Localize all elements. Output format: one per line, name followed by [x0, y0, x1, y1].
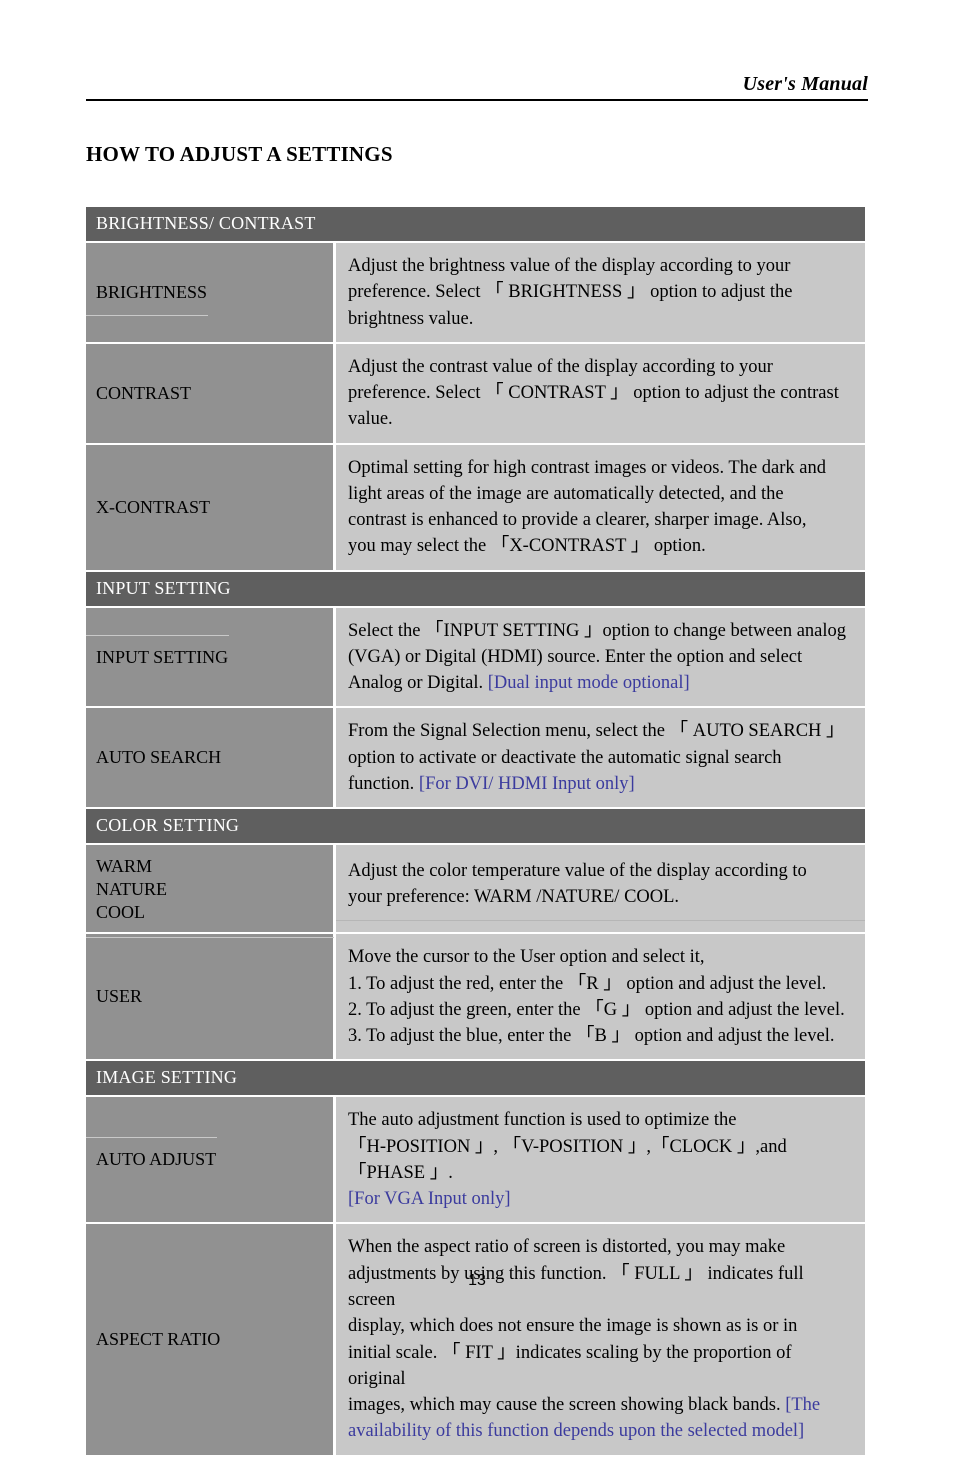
table-row: AUTO ADJUST The auto adjustment function… — [86, 1097, 865, 1225]
table-row: INPUT SETTING Select the 「INPUT SETTING … — [86, 607, 865, 709]
setting-name-label: NATURE — [96, 879, 167, 900]
desc-line: light areas of the image are automatical… — [348, 483, 784, 504]
desc-line: Adjust the brightness value of the displ… — [348, 256, 791, 276]
desc-note: [For DVI/ HDMI Input only] — [418, 773, 635, 794]
setting-name-label: WARM — [96, 856, 153, 877]
section-band-image-setting: IMAGE SETTING — [86, 1061, 865, 1098]
setting-name-label: COOL — [86, 901, 334, 939]
desc-note: [For VGA Input only] — [348, 1189, 511, 1210]
desc-line: 1. To adjust the red, enter the 「R 」 opt… — [348, 973, 827, 994]
table-row: ASPECT RATIO When the aspect ratio of sc… — [86, 1224, 865, 1457]
desc-line: preference. Select 「 CONTRAST 」 option t… — [348, 383, 839, 404]
page-number: 13 — [468, 1272, 486, 1289]
setting-description-input-setting: Select the 「INPUT SETTING 」option to cha… — [336, 607, 865, 709]
desc-line: brightness value. — [348, 308, 474, 329]
setting-description-contrast: Adjust the contrast value of the display… — [336, 343, 865, 445]
section-band-color-setting: COLOR SETTING — [86, 809, 865, 846]
section-band-label: COLOR SETTING — [86, 809, 865, 846]
table-row: WARM NATURE COOL Adjust the color temper… — [86, 845, 865, 939]
desc-line: 2. To adjust the green, enter the 「G 」 o… — [348, 999, 845, 1020]
setting-name-label: ASPECT RATIO — [96, 1329, 221, 1350]
desc-line: Analog or Digital. [Dual input mode opti… — [348, 670, 853, 696]
setting-name-auto-adjust: AUTO ADJUST — [86, 1097, 336, 1225]
desc-line: The auto adjustment function is used to … — [348, 1110, 737, 1131]
setting-name-label: X-CONTRAST — [96, 496, 211, 517]
setting-description-auto-adjust: The auto adjustment function is used to … — [336, 1097, 865, 1225]
setting-name-x-contrast: X-CONTRAST — [86, 444, 336, 572]
desc-line: your preference: WARM /NATURE/ COOL. — [348, 887, 680, 908]
setting-name-auto-search: AUTO SEARCH — [86, 708, 336, 810]
setting-description-color-presets: Adjust the color temperature value of th… — [336, 845, 865, 935]
section-band-label: INPUT SETTING — [86, 571, 865, 608]
setting-name-label: USER — [96, 986, 143, 1007]
setting-description-brightness: Adjust the brightness value of the displ… — [336, 243, 865, 344]
setting-name-input-setting: INPUT SETTING — [86, 607, 336, 709]
section-band-brightness-contrast: BRIGHTNESS/ CONTRAST — [86, 207, 865, 243]
desc-note: [The — [785, 1395, 821, 1416]
desc-line-text: function. — [348, 773, 415, 794]
desc-line: contrast is enhanced to provide a cleare… — [348, 510, 807, 531]
cell-sub-divider — [336, 919, 865, 930]
desc-line-text: images, which may cause the screen showi… — [348, 1395, 781, 1416]
desc-line: From the Signal Selection menu, select t… — [348, 721, 845, 742]
document-page: User's Manual HOW TO ADJUST A SETTINGS B… — [0, 0, 954, 1457]
desc-line: Select the 「INPUT SETTING 」option to cha… — [348, 620, 847, 641]
setting-name-brightness: BRIGHTNESS — [86, 243, 336, 344]
desc-line: initial scale. 「 FIT 」indicates scaling … — [348, 1342, 792, 1389]
setting-name-label: CONTRAST — [96, 382, 192, 403]
settings-table: BRIGHTNESS/ CONTRAST BRIGHTNESS Adjust t… — [86, 207, 865, 1457]
setting-name-user: USER — [86, 934, 336, 1062]
desc-line: value. — [348, 409, 393, 430]
desc-line: function. [For DVI/ HDMI Input only] — [348, 771, 853, 797]
desc-line: 「H-POSITION 」, 「V-POSITION 」,「CLOCK 」,an… — [348, 1136, 787, 1183]
setting-description-x-contrast: Optimal setting for high contrast images… — [336, 444, 865, 572]
table-row: AUTO SEARCH From the Signal Selection me… — [86, 708, 865, 810]
desc-line: (VGA) or Digital (HDMI) source. Enter th… — [348, 646, 803, 667]
running-header-title: User's Manual — [742, 73, 868, 95]
setting-description-auto-search: From the Signal Selection menu, select t… — [336, 708, 865, 810]
desc-line-text: Analog or Digital. — [348, 673, 484, 694]
table-row: CONTRAST Adjust the contrast value of th… — [86, 343, 865, 445]
setting-description-aspect-ratio: When the aspect ratio of screen is disto… — [336, 1224, 865, 1457]
desc-line: images, which may cause the screen showi… — [348, 1392, 853, 1418]
desc-line: When the aspect ratio of screen is disto… — [348, 1237, 786, 1258]
desc-note: availability of this function depends up… — [348, 1421, 805, 1442]
setting-description-user: Move the cursor to the User option and s… — [336, 934, 865, 1062]
section-band-label: BRIGHTNESS/ CONTRAST — [86, 207, 865, 243]
desc-line: 3. To adjust the blue, enter the 「B 」 op… — [348, 1026, 835, 1047]
desc-note: [Dual input mode optional] — [487, 673, 690, 694]
section-band-label: IMAGE SETTING — [86, 1061, 865, 1098]
desc-line: Adjust the contrast value of the display… — [348, 356, 773, 377]
running-header: User's Manual — [86, 72, 868, 101]
setting-name-color-presets: WARM NATURE COOL — [86, 845, 336, 939]
setting-name-contrast: CONTRAST — [86, 343, 336, 445]
setting-name-label: BRIGHTNESS — [96, 281, 208, 302]
page-title: HOW TO ADJUST A SETTINGS — [86, 142, 393, 166]
desc-line: display, which does not ensure the image… — [348, 1316, 798, 1337]
desc-line: Move the cursor to the User option and s… — [348, 947, 705, 968]
setting-name-aspect-ratio: ASPECT RATIO — [86, 1224, 336, 1457]
desc-line: Adjust the color temperature value of th… — [348, 861, 807, 882]
desc-line: preference. Select 「 BRIGHTNESS 」 option… — [348, 282, 793, 303]
setting-name-label: AUTO ADJUST — [96, 1149, 217, 1170]
table-row: BRIGHTNESS Adjust the brightness value o… — [86, 243, 865, 344]
desc-line: you may select the 「X-CONTRAST 」 option. — [348, 536, 706, 557]
setting-name-label: AUTO SEARCH — [96, 747, 222, 768]
setting-name-label: INPUT SETTING — [96, 646, 229, 667]
table-row: X-CONTRAST Optimal setting for high cont… — [86, 444, 865, 572]
table-row: USER Move the cursor to the User option … — [86, 934, 865, 1062]
section-band-input-setting: INPUT SETTING — [86, 571, 865, 608]
header-divider — [86, 99, 868, 101]
desc-line: option to activate or deactivate the aut… — [348, 747, 782, 768]
desc-line: Optimal setting for high contrast images… — [348, 457, 826, 478]
